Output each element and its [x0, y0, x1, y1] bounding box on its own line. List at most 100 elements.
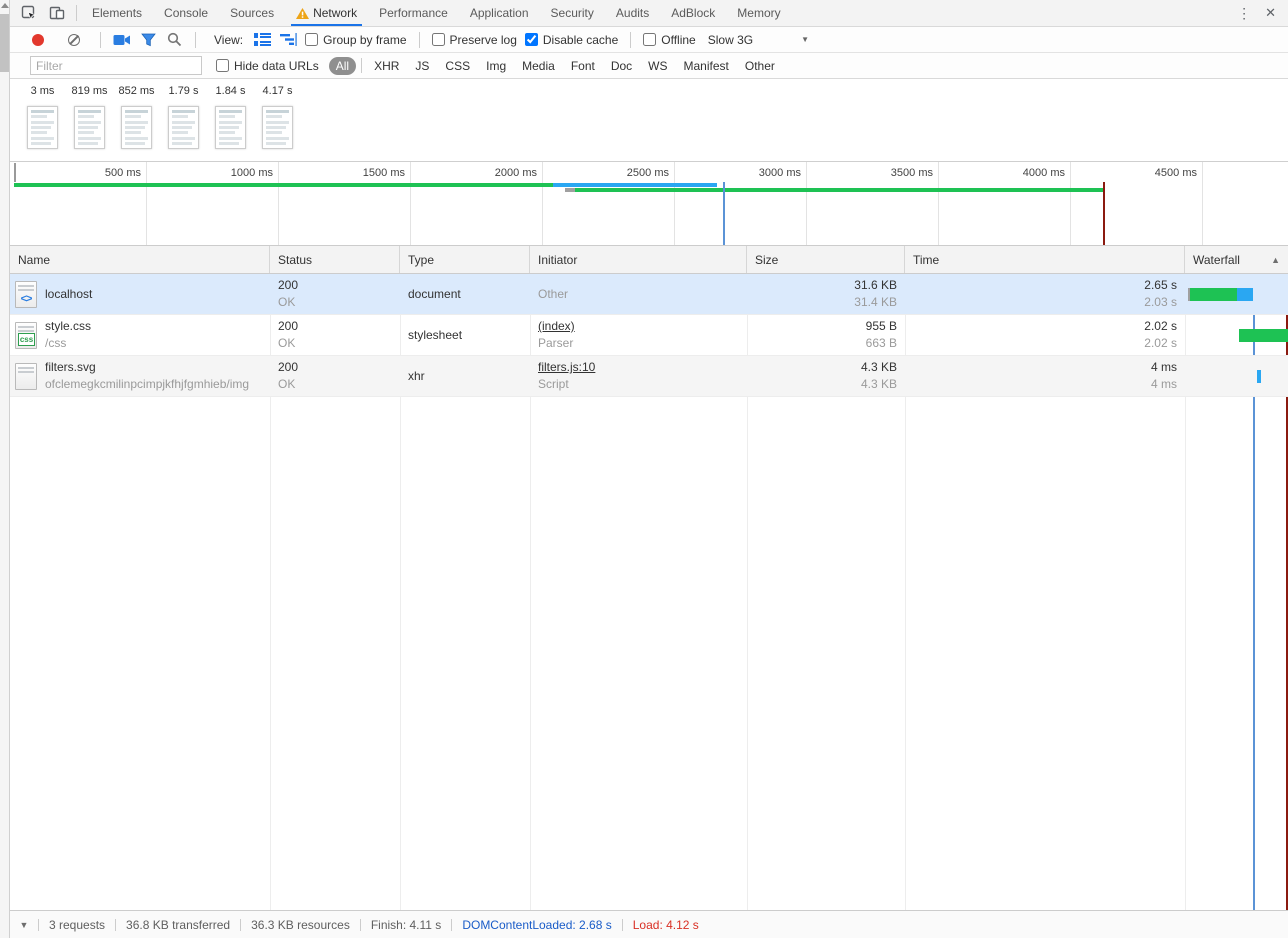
- overview-tick-label: 2500 ms: [626, 167, 669, 179]
- tab-console[interactable]: Console: [153, 0, 219, 26]
- frame-thumbnail: [168, 106, 199, 149]
- tab-label: Memory: [737, 6, 781, 20]
- inspect-element-icon[interactable]: [20, 4, 38, 22]
- tab-label: Security: [550, 6, 594, 20]
- filter-type-font[interactable]: Font: [564, 57, 602, 75]
- request-row-localhost[interactable]: <> localhost 200 OK document Other 31.6 KB 31.4…: [10, 274, 1288, 315]
- toolbar-divider: [630, 31, 632, 48]
- filmstrip-frame[interactable]: 1.79 s: [168, 85, 199, 149]
- filter-type-ws[interactable]: WS: [641, 57, 674, 75]
- record-network-log-button[interactable]: [32, 33, 44, 46]
- column-header-initiator[interactable]: Initiator: [530, 246, 747, 273]
- filter-type-js[interactable]: JS: [408, 57, 436, 75]
- column-header-status[interactable]: Status: [270, 246, 400, 273]
- filmstrip-frame[interactable]: 4.17 s: [262, 85, 293, 149]
- waterfall-bar-blue: [1257, 370, 1261, 383]
- page-scrollbar[interactable]: [0, 0, 10, 938]
- preserve-log-checkbox-input[interactable]: [431, 33, 445, 46]
- disable-cache-checkbox[interactable]: Disable cache: [524, 33, 618, 47]
- large-request-rows-icon[interactable]: [253, 31, 271, 49]
- file-icon-line: [18, 370, 34, 373]
- filter-type-all[interactable]: All: [328, 56, 357, 75]
- column-header-type[interactable]: Type: [400, 246, 530, 273]
- column-header-status-label: Status: [278, 252, 313, 267]
- cell-initiator: filters.js:10 Script: [530, 356, 747, 396]
- filter-type-doc[interactable]: Doc: [604, 57, 639, 75]
- tab-audits[interactable]: Audits: [605, 0, 660, 26]
- capture-screenshots-icon[interactable]: [113, 31, 131, 49]
- tab-security[interactable]: Security: [540, 0, 605, 26]
- preserve-log-checkbox[interactable]: Preserve log: [431, 33, 517, 47]
- filter-type-img[interactable]: Img: [479, 57, 513, 75]
- filmstrip-frame[interactable]: 819 ms: [71, 85, 108, 149]
- request-row-style.css[interactable]: css style.css/css 200 OK stylesheet (index) Pa…: [10, 315, 1288, 356]
- network-overview[interactable]: 500 ms 1000 ms 1500 ms 2000 ms 2500 ms 3000 m…: [10, 162, 1288, 246]
- device-toolbar-icon[interactable]: [48, 4, 66, 22]
- filter-type-media[interactable]: Media: [515, 57, 562, 75]
- thumbnail-line: [219, 120, 242, 124]
- offline-checkbox[interactable]: Offline: [643, 33, 696, 47]
- filmstrip-frame[interactable]: 3 ms: [27, 85, 58, 149]
- file-icon-line: [18, 329, 34, 332]
- collapse-chevron-icon[interactable]: ▼: [16, 920, 32, 930]
- tab-performance[interactable]: Performance: [368, 0, 459, 26]
- scrollbar-thumb[interactable]: [0, 14, 9, 72]
- scrollbar-up-arrow-icon[interactable]: [1, 3, 9, 8]
- filter-type-manifest[interactable]: Manifest: [677, 57, 736, 75]
- tab-elements[interactable]: Elements: [81, 0, 153, 26]
- filter-icon[interactable]: [139, 31, 157, 49]
- thumbnail-line: [266, 110, 289, 113]
- thumbnail-line: [125, 142, 145, 146]
- initiator-link[interactable]: filters.js:10: [538, 359, 739, 376]
- tab-network[interactable]: Network: [285, 0, 368, 26]
- show-overview-icon[interactable]: [279, 31, 297, 49]
- group-by-frame-checkbox[interactable]: Group by frame: [305, 33, 407, 47]
- thumbnail-line: [219, 136, 242, 140]
- status-text: OK: [278, 377, 296, 391]
- column-header-name[interactable]: Name: [10, 246, 270, 273]
- frame-thumbnail: [27, 106, 58, 149]
- request-name: localhost: [45, 286, 93, 301]
- frame-timestamp: 1.84 s: [215, 85, 246, 97]
- request-name: style.css: [45, 319, 92, 333]
- throttling-dropdown[interactable]: Slow 3G ▼: [708, 33, 809, 47]
- hide-data-urls-checkbox-input[interactable]: [216, 59, 229, 72]
- time-latency: 2.02 s: [1144, 336, 1177, 350]
- request-row-filters.svg[interactable]: filters.svg ofclemegkcmilinpcimpjkfhjfgmh…: [10, 356, 1288, 397]
- tab-memory[interactable]: Memory: [726, 0, 791, 26]
- more-options-icon[interactable]: ⋮: [1237, 5, 1251, 22]
- hide-data-urls-checkbox[interactable]: Hide data URLs: [216, 59, 319, 73]
- status-segment: Finish: 4.11 s: [370, 917, 442, 932]
- overview-gridline: [542, 162, 543, 245]
- tab-label: Audits: [615, 6, 650, 20]
- filmstrip-frame[interactable]: 1.84 s: [215, 85, 246, 149]
- filmstrip-frame[interactable]: 852 ms: [118, 85, 155, 149]
- filter-type-xhr[interactable]: XHR: [367, 57, 406, 75]
- tab-sources[interactable]: Sources: [219, 0, 285, 26]
- clear-network-log-icon[interactable]: [68, 33, 80, 46]
- file-icon-line: [18, 288, 34, 291]
- column-header-size[interactable]: Size: [747, 246, 905, 273]
- close-devtools-icon[interactable]: ✕: [1265, 5, 1276, 21]
- cell-status: 200 OK: [270, 315, 400, 355]
- status-segment: 36.3 KB resources: [251, 917, 350, 932]
- offline-checkbox-input[interactable]: [643, 33, 657, 46]
- column-header-time[interactable]: Time: [905, 246, 1185, 273]
- cell-size: 4.3 KB 4.3 KB: [747, 356, 905, 396]
- status-bar: ▼ 3 requests 36.8 KB transferred 36.3 KB r…: [10, 910, 1288, 938]
- filter-type-css[interactable]: CSS: [438, 57, 477, 75]
- thumbnail-line: [78, 136, 101, 140]
- disable-cache-checkbox-input[interactable]: [524, 33, 538, 46]
- overview-tick-label: 1500 ms: [362, 167, 405, 179]
- initiator-kind: Parser: [538, 336, 574, 350]
- tab-list: Elements Console Sources Network Performance…: [81, 0, 792, 26]
- filter-input[interactable]: [30, 56, 202, 75]
- tab-adblock[interactable]: AdBlock: [660, 0, 726, 26]
- column-header-waterfall[interactable]: Waterfall ▲: [1185, 246, 1288, 273]
- filter-type-other[interactable]: Other: [738, 57, 782, 75]
- waterfall-bar-green: [1190, 288, 1237, 301]
- group-by-frame-checkbox-input[interactable]: [305, 33, 319, 46]
- search-icon[interactable]: [165, 31, 183, 49]
- initiator-link[interactable]: (index): [538, 318, 739, 335]
- tab-application[interactable]: Application: [459, 0, 540, 26]
